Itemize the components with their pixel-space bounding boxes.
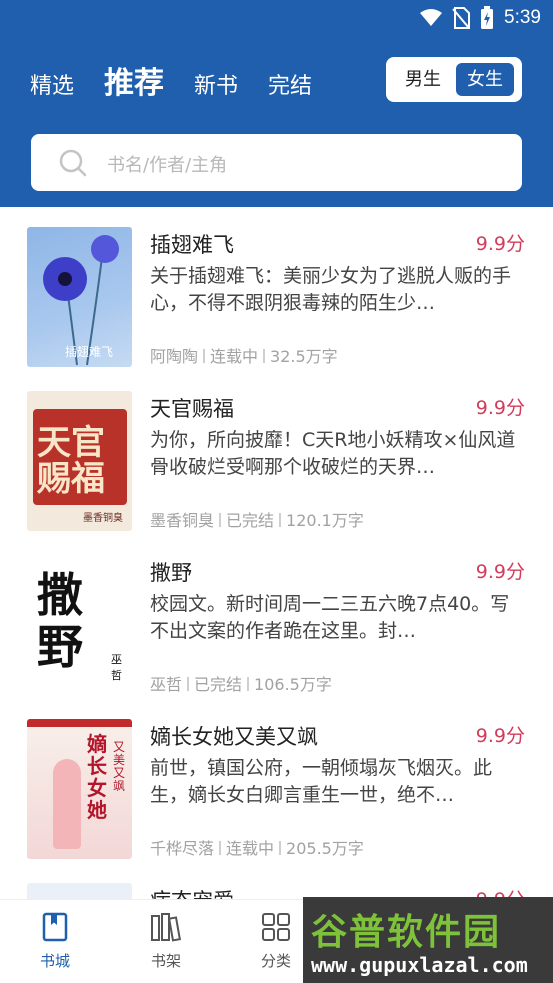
book-word-count: 106.5万字 bbox=[254, 675, 332, 694]
book-cover bbox=[27, 883, 132, 899]
cover-subtitle-text: 又美又飒 bbox=[113, 740, 126, 793]
book-author: 墨香铜臭 bbox=[150, 511, 215, 530]
top-header: 5:39 精选 推荐 新书 完结 男生 女生 书名/作者/主角 bbox=[0, 0, 553, 207]
book-meta: 阿陶陶 连载中 32.5万字 bbox=[150, 343, 338, 367]
tab-featured[interactable]: 精选 bbox=[30, 68, 74, 100]
cover-author-text: 巫哲 bbox=[111, 653, 122, 682]
book-cover: 嫡长女她 又美又飒 bbox=[27, 719, 132, 859]
book-cover: 天官赐福 墨香铜臭 bbox=[27, 391, 132, 531]
search-input[interactable]: 书名/作者/主角 bbox=[31, 134, 522, 191]
book-meta: 千桦尽落 连载中 205.5万字 bbox=[150, 835, 364, 859]
book-title: 天官赐福 bbox=[150, 397, 234, 421]
book-meta: 墨香铜臭 已完结 120.1万字 bbox=[150, 507, 364, 531]
grid-icon bbox=[262, 913, 290, 941]
book-description: 校园文。新时间周一二三五六晚7点40。写不出文案的作者跪在这里。封… bbox=[150, 593, 510, 642]
search-placeholder: 书名/作者/主角 bbox=[107, 155, 228, 176]
tab-new-books[interactable]: 新书 bbox=[194, 68, 238, 100]
book-word-count: 205.5万字 bbox=[286, 839, 364, 858]
status-bar: 5:39 bbox=[0, 0, 553, 40]
book-icon bbox=[42, 912, 68, 942]
book-score: 9.9分 bbox=[475, 233, 525, 255]
book-status: 已完结 bbox=[226, 511, 275, 530]
list-item[interactable]: 病态宠爱 9.9分 bbox=[0, 863, 553, 899]
book-meta: 巫哲 已完结 106.5万字 bbox=[150, 671, 332, 695]
list-item[interactable]: 嫡长女她 又美又飒 嫡长女她又美又飒 9.9分 前世，镇国公府，一朝倾塌灰飞烟灭… bbox=[0, 699, 553, 863]
nav-bookstore[interactable]: 书城 bbox=[20, 912, 90, 971]
book-description: 关于插翅难飞：美丽少女为了逃脱人贩的手心，不得不跟阴狠毒辣的陌生少… bbox=[150, 265, 512, 314]
gender-toggle: 男生 女生 bbox=[386, 57, 522, 102]
wifi-icon bbox=[420, 9, 443, 26]
nav-label: 书架 bbox=[150, 952, 181, 970]
book-description: 为你，所向披靡！C天R地小妖精攻×仙风道骨收破烂受啊那个收破烂的天界… bbox=[150, 429, 516, 478]
watermark-logo: 谷普软件园 www.gupuxlazal.com bbox=[303, 897, 553, 983]
book-description: 前世，镇国公府，一朝倾塌灰飞烟灭。此生，嫡长女白卿言重生一世，绝不… bbox=[150, 757, 493, 806]
book-status: 已完结 bbox=[194, 675, 243, 694]
gender-female-button[interactable]: 女生 bbox=[456, 63, 514, 96]
book-score: 9.9分 bbox=[475, 725, 525, 747]
nav-label: 书城 bbox=[39, 952, 70, 970]
book-score: 9.9分 bbox=[475, 397, 525, 419]
watermark-url: www.gupuxlazal.com bbox=[311, 953, 528, 977]
tab-recommended[interactable]: 推荐 bbox=[104, 58, 164, 102]
book-title: 撒野 bbox=[150, 561, 192, 585]
cover-title-text: 撒野 bbox=[37, 568, 83, 674]
cover-author-text: 墨香铜臭 bbox=[83, 513, 123, 524]
cover-title-text: 天官赐福 bbox=[37, 423, 105, 499]
tab-completed[interactable]: 完结 bbox=[268, 68, 312, 100]
book-word-count: 120.1万字 bbox=[286, 511, 364, 530]
book-status: 连载中 bbox=[210, 347, 259, 366]
cover-title-text: 嫡长女她 bbox=[87, 732, 107, 822]
no-sim-icon bbox=[452, 7, 471, 29]
status-time: 5:39 bbox=[504, 7, 541, 28]
search-icon bbox=[59, 149, 87, 177]
battery-charging-icon bbox=[481, 6, 494, 29]
list-item[interactable]: 插翅难飞 插翅难飞 9.9分 关于插翅难飞：美丽少女为了逃脱人贩的手心，不得不跟… bbox=[0, 207, 553, 371]
bookshelf-icon bbox=[151, 913, 182, 942]
nav-label: 分类 bbox=[260, 952, 291, 970]
book-word-count: 32.5万字 bbox=[270, 347, 338, 366]
book-status: 连载中 bbox=[226, 839, 275, 858]
book-cover: 插翅难飞 bbox=[27, 227, 132, 367]
list-item[interactable]: 撒野 巫哲 撒野 9.9分 校园文。新时间周一二三五六晚7点40。写不出文案的作… bbox=[0, 535, 553, 699]
list-item[interactable]: 天官赐福 墨香铜臭 天官赐福 9.9分 为你，所向披靡！C天R地小妖精攻×仙风道… bbox=[0, 371, 553, 535]
nav-categories[interactable]: 分类 bbox=[241, 912, 311, 971]
watermark-text: 谷普软件园 bbox=[311, 912, 502, 953]
cover-title-text: 插翅难飞 bbox=[65, 345, 114, 359]
category-tabs: 精选 推荐 新书 完结 bbox=[30, 58, 342, 102]
book-list: 插翅难飞 插翅难飞 9.9分 关于插翅难飞：美丽少女为了逃脱人贩的手心，不得不跟… bbox=[0, 207, 553, 899]
book-author: 巫哲 bbox=[150, 675, 183, 694]
book-title: 插翅难飞 bbox=[150, 233, 234, 257]
book-cover: 撒野 巫哲 bbox=[27, 555, 132, 695]
book-author: 阿陶陶 bbox=[150, 347, 199, 366]
gender-male-button[interactable]: 男生 bbox=[394, 63, 452, 96]
book-title: 嫡长女她又美又飒 bbox=[150, 725, 318, 749]
nav-bookshelf[interactable]: 书架 bbox=[131, 912, 201, 971]
book-score: 9.9分 bbox=[475, 561, 525, 583]
book-author: 千桦尽落 bbox=[150, 839, 215, 858]
book-title: 病态宠爱 bbox=[150, 885, 234, 899]
